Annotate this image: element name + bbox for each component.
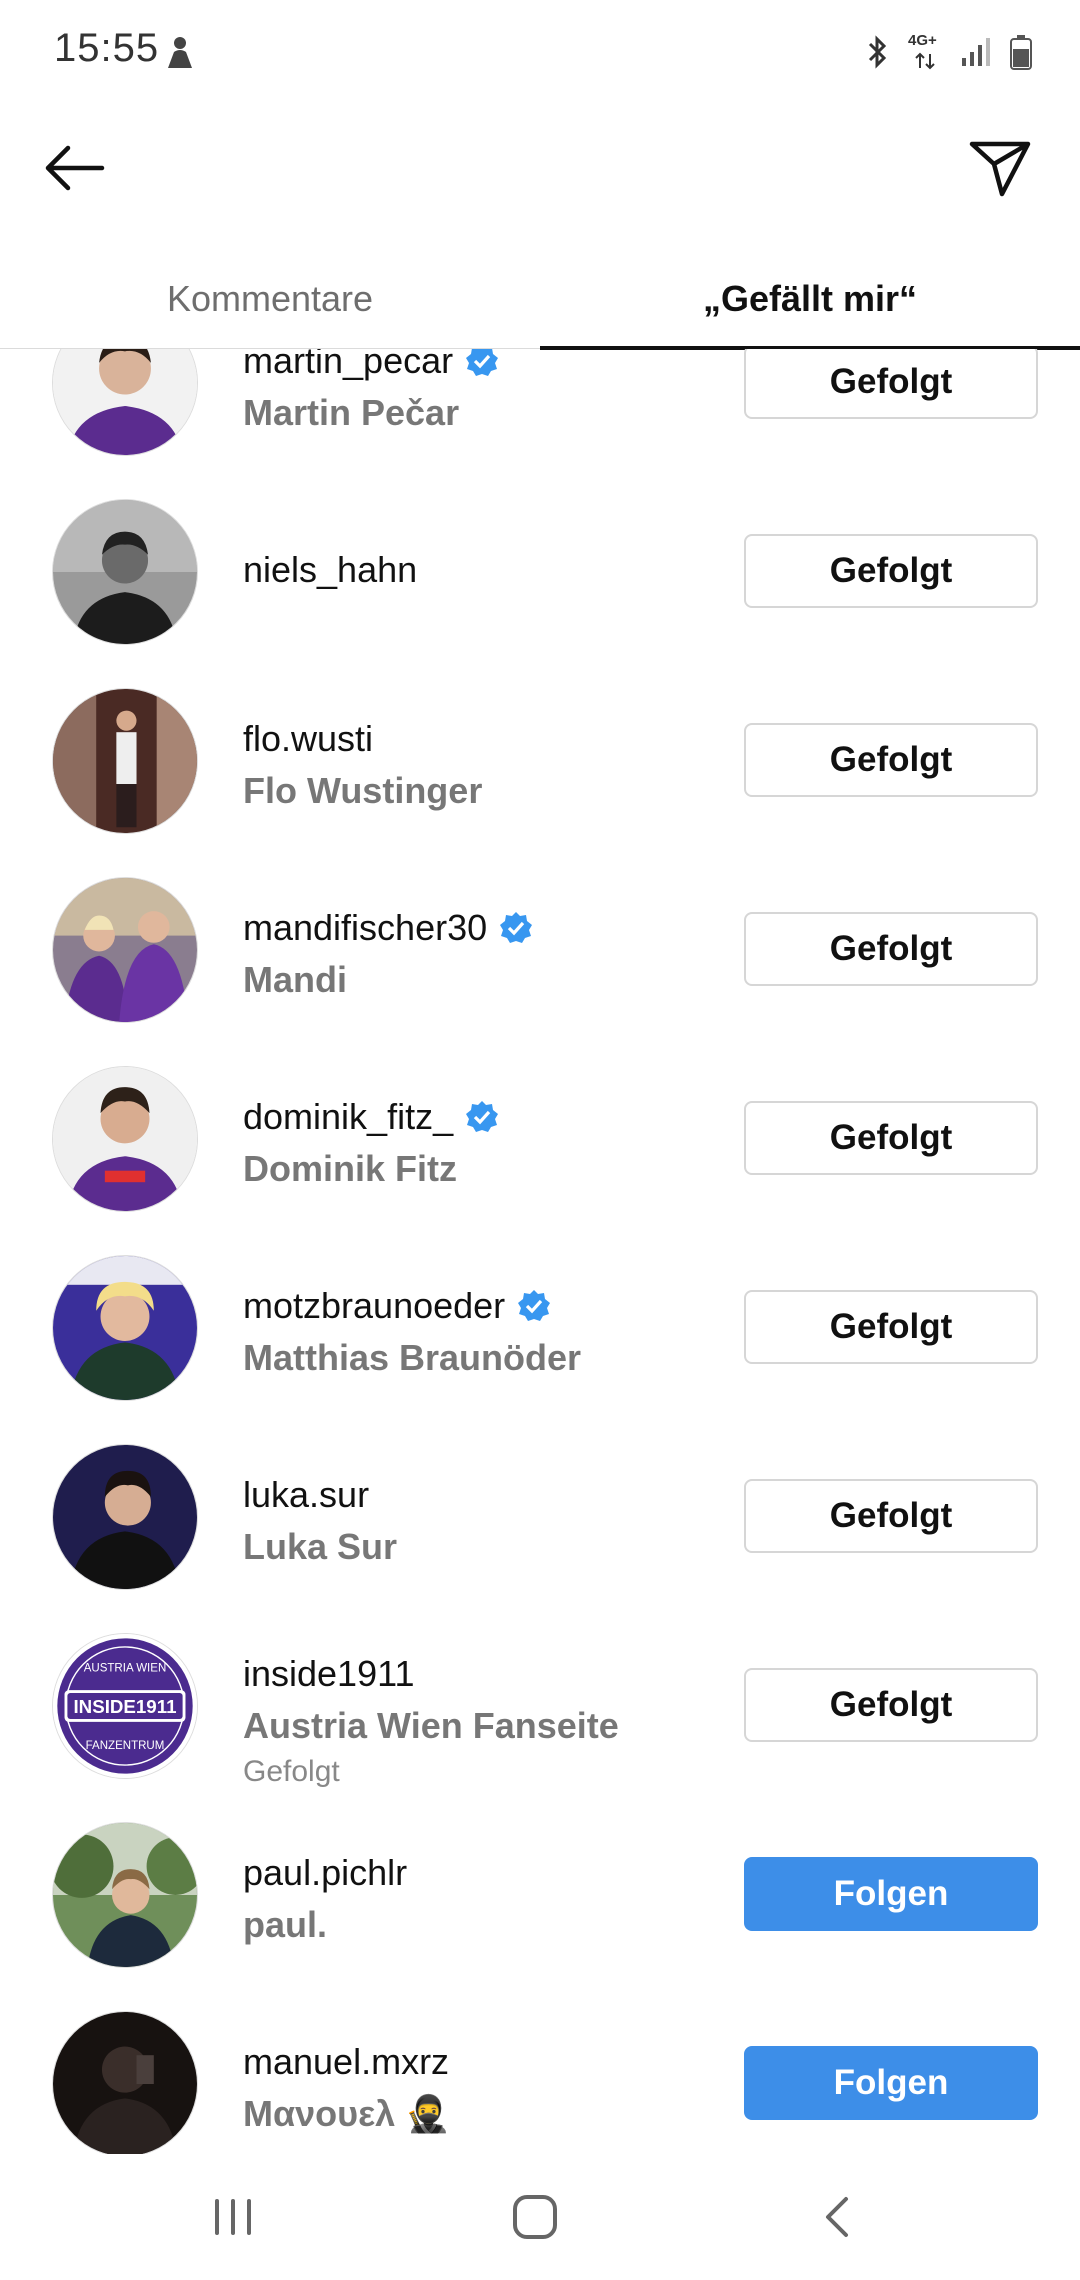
status-bar: 15:55 4G+ <box>0 0 1080 110</box>
network-type-icon: 4G+ <box>908 32 944 72</box>
following-button[interactable]: Gefolgt <box>744 349 1038 419</box>
full-name: Matthias Braunöder <box>243 1337 582 1378</box>
following-button[interactable]: Gefolgt <box>744 1290 1038 1364</box>
list-item[interactable]: paul.pichlr paul. Folgen <box>0 1782 1080 1971</box>
full-name: Mandi <box>243 959 347 1000</box>
back-button[interactable] <box>38 132 110 204</box>
follow-button[interactable]: Folgen <box>744 1857 1038 1931</box>
avatar[interactable] <box>52 688 198 834</box>
arrow-left-icon <box>45 145 105 191</box>
tab-comments[interactable]: Kommentare <box>0 250 540 348</box>
following-button[interactable]: Gefolgt <box>744 723 1038 797</box>
avatar[interactable] <box>52 877 198 1023</box>
recent-apps-icon <box>215 2199 251 2235</box>
full-name: Martin Pečar <box>243 392 460 433</box>
status-time: 15:55 <box>54 26 160 70</box>
following-button[interactable]: Gefolgt <box>744 1668 1038 1742</box>
username[interactable]: flo.wusti <box>243 718 373 760</box>
list-item[interactable]: niels_hahn Gefolgt <box>0 459 1080 648</box>
verified-badge-icon <box>500 912 533 943</box>
signal-icon <box>962 38 990 66</box>
system-nav-bar <box>0 2154 1080 2280</box>
logo-top-text: AUSTRIA WIEN <box>84 1662 167 1674</box>
tab-bar: Kommentare „Gefällt mir“ <box>0 250 1080 350</box>
full-name: Μανουελ 🥷 <box>243 2093 451 2134</box>
full-name: Dominik Fitz <box>243 1148 457 1189</box>
user-status-icon <box>168 37 192 68</box>
username[interactable]: inside1911 <box>243 1653 414 1695</box>
full-name: Luka Sur <box>243 1526 398 1567</box>
username[interactable]: manuel.mxrz <box>243 2041 449 2083</box>
logo-center-text: INSIDE1911 <box>73 1696 176 1717</box>
username[interactable]: paul.pichlr <box>243 1852 407 1894</box>
verified-badge-icon <box>466 349 499 376</box>
home-icon <box>513 2195 557 2239</box>
list-item[interactable]: manuel.mxrz Μανουελ 🥷 Folgen <box>0 1971 1080 2154</box>
recent-apps-button[interactable] <box>188 2184 278 2250</box>
following-button[interactable]: Gefolgt <box>744 534 1038 608</box>
following-button[interactable]: Gefolgt <box>744 1101 1038 1175</box>
username[interactable]: niels_hahn <box>243 549 417 591</box>
app-header <box>0 110 1080 250</box>
verified-badge-icon <box>466 1101 499 1132</box>
list-item[interactable]: INSIDE1911 AUSTRIA WIEN FANZENTRUM insid… <box>0 1593 1080 1788</box>
system-back-button[interactable] <box>792 2184 882 2250</box>
username[interactable]: martin_pecar <box>243 349 453 382</box>
full-name: paul. <box>243 1904 328 1945</box>
following-button[interactable]: Gefolgt <box>744 1479 1038 1553</box>
avatar[interactable] <box>52 349 198 456</box>
follow-button[interactable]: Folgen <box>744 2046 1038 2120</box>
following-button[interactable]: Gefolgt <box>744 912 1038 986</box>
avatar[interactable] <box>52 1444 198 1590</box>
avatar[interactable] <box>52 1822 198 1968</box>
list-item[interactable]: mandifischer30 Mandi Gefolgt <box>0 837 1080 1026</box>
list-item[interactable]: flo.wusti Flo Wustinger Gefolgt <box>0 648 1080 837</box>
full-name: Flo Wustinger <box>243 770 483 811</box>
username[interactable]: luka.sur <box>243 1474 369 1516</box>
status-icons: 4G+ <box>864 30 1032 74</box>
avatar[interactable] <box>52 1255 198 1401</box>
avatar[interactable] <box>52 2011 198 2154</box>
full-name: Austria Wien Fanseite <box>243 1705 619 1746</box>
verified-badge-icon <box>518 1290 551 1321</box>
avatar[interactable] <box>52 1066 198 1212</box>
avatar[interactable]: INSIDE1911 AUSTRIA WIEN FANZENTRUM <box>52 1633 198 1779</box>
list-item[interactable]: luka.sur Luka Sur Gefolgt <box>0 1404 1080 1593</box>
bluetooth-icon <box>868 35 887 69</box>
tab-likes[interactable]: „Gefällt mir“ <box>540 250 1080 348</box>
home-button[interactable] <box>490 2184 580 2250</box>
share-button[interactable] <box>960 128 1040 208</box>
username[interactable]: motzbraunoeder <box>243 1285 505 1327</box>
likes-list[interactable]: martin_pecar Martin Pečar Gefolgt niels_… <box>0 349 1080 2154</box>
logo-bottom-text: FANZENTRUM <box>86 1740 165 1752</box>
list-item[interactable]: motzbraunoeder Matthias Braunöder Gefolg… <box>0 1215 1080 1404</box>
chevron-left-icon <box>826 2197 848 2237</box>
avatar[interactable] <box>52 499 198 645</box>
send-icon <box>969 141 1031 197</box>
battery-icon <box>1010 35 1032 70</box>
username[interactable]: dominik_fitz_ <box>243 1096 453 1138</box>
list-item[interactable]: martin_pecar Martin Pečar Gefolgt <box>0 349 1080 459</box>
username[interactable]: mandifischer30 <box>243 907 487 949</box>
list-item[interactable]: dominik_fitz_ Dominik Fitz Gefolgt <box>0 1026 1080 1215</box>
